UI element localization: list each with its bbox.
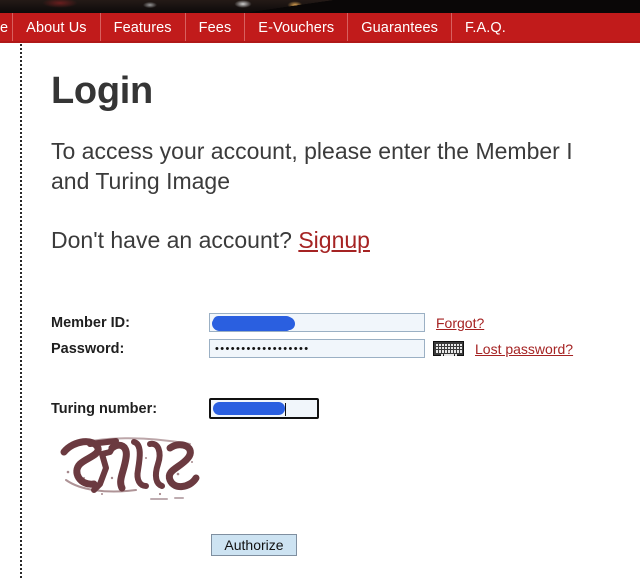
nav-item-e-vouchers[interactable]: E-Vouchers: [245, 13, 349, 42]
page-title: Login: [51, 70, 153, 112]
banner-photo: [0, 0, 340, 13]
nav-item-faq[interactable]: F.A.Q.: [452, 13, 519, 42]
password-row: Password: •••••••••••••••••• Lost passwo…: [51, 338, 640, 359]
authorize-button[interactable]: Authorize: [211, 534, 297, 556]
signup-prompt-text: Don't have an account?: [51, 227, 299, 254]
member-id-label: Member ID:: [51, 314, 130, 331]
nav-item-fees[interactable]: Fees: [186, 13, 246, 42]
nav-item-features[interactable]: Features: [101, 13, 186, 42]
nav-item-clipped[interactable]: e: [0, 13, 14, 42]
keyboard-row: [435, 353, 462, 357]
turing-block: Turing number:: [51, 398, 319, 419]
turing-number-input[interactable]: [209, 398, 319, 419]
nav-item-label: E-Vouchers: [258, 19, 335, 36]
turing-number-redaction: [213, 402, 285, 415]
member-id-row: Member ID: Forgot?: [51, 312, 640, 333]
text-caret: [285, 403, 286, 416]
lost-password-link[interactable]: Lost password?: [475, 341, 573, 357]
page-content: Login To access your account, please ent…: [51, 44, 640, 254]
nav-item-label: e: [0, 19, 9, 36]
main-navigation: e About Us Features Fees E-Vouchers Guar…: [0, 13, 640, 42]
password-input-wrap: ••••••••••••••••••: [209, 339, 425, 358]
turing-row: Turing number:: [51, 398, 319, 419]
keyboard-row: [435, 343, 462, 346]
keyboard-row: [435, 350, 462, 353]
intro-text: To access your account, please enter the…: [51, 137, 573, 195]
member-id-input-wrap: [209, 313, 425, 332]
login-form: Member ID: Forgot? Password: •••••••••••…: [51, 312, 640, 364]
nav-item-label: F.A.Q.: [465, 19, 506, 36]
password-label: Password:: [51, 340, 125, 357]
member-id-input[interactable]: [209, 313, 425, 332]
password-input[interactable]: ••••••••••••••••••: [209, 339, 425, 358]
forgot-member-id-link[interactable]: Forgot?: [436, 315, 484, 331]
nav-item-label: About Us: [26, 19, 87, 36]
password-masked-value: ••••••••••••••••••: [215, 343, 310, 355]
nav-bottom-rule: [0, 41, 640, 43]
nav-item-about-us[interactable]: About Us: [13, 13, 101, 42]
nav-item-guarantees[interactable]: Guarantees: [348, 13, 453, 42]
keyboard-row: [435, 346, 462, 350]
signup-link[interactable]: Signup: [298, 227, 370, 253]
nav-item-label: Guarantees: [361, 19, 439, 36]
signup-prompt: Don't have an account? Signup: [51, 197, 640, 254]
captcha-image: [50, 428, 210, 506]
turing-number-label: Turing number:: [51, 400, 158, 417]
virtual-keyboard-icon[interactable]: [433, 341, 464, 357]
nav-item-label: Features: [113, 19, 172, 36]
nav-item-label: Fees: [198, 19, 232, 36]
site-banner: [0, 0, 640, 13]
page-left-guide: [20, 44, 22, 578]
